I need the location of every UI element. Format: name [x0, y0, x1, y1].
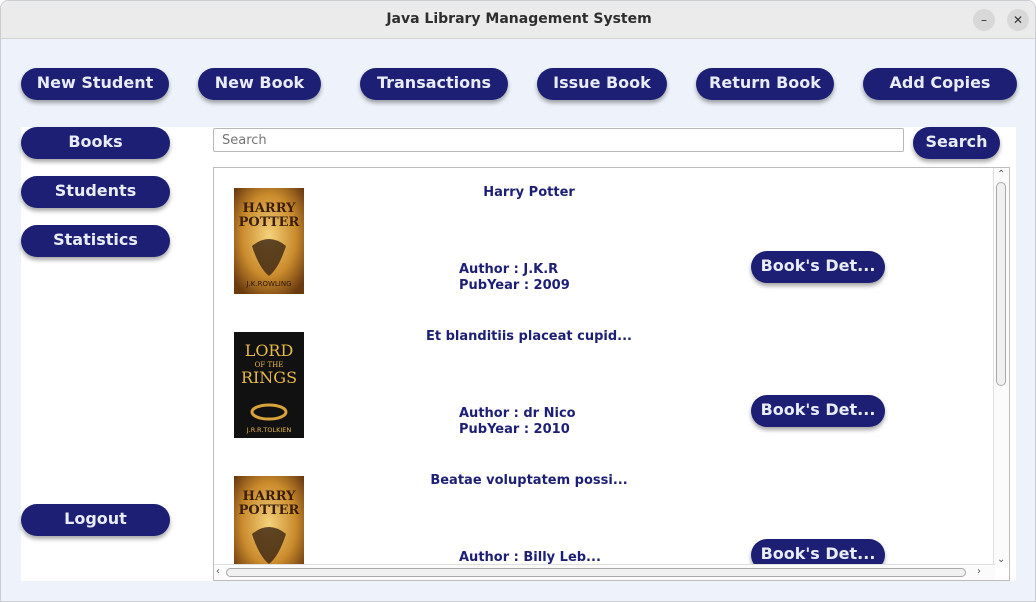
book-details-button[interactable]: Book's Det...	[751, 395, 885, 427]
list-item: HARRY POTTER Beatae voluptatem possi... …	[214, 456, 994, 580]
cover-text: LORD	[245, 341, 294, 360]
book-title: Et blanditiis placeat cupid...	[426, 329, 632, 344]
logout-button[interactable]: Logout	[21, 504, 170, 536]
cover-text: J.R.R.TOLKIEN	[246, 426, 292, 434]
book-title: Harry Potter	[483, 185, 575, 200]
book-pubyear: PubYear : 2009	[459, 278, 570, 293]
cover-text: J.K.ROWLING	[245, 280, 291, 288]
issue-book-button[interactable]: Issue Book	[537, 68, 667, 100]
lord-of-the-rings-cover: LORD OF THE RINGS J.R.R.TOLKIEN	[234, 332, 304, 438]
add-copies-button[interactable]: Add Copies	[863, 68, 1017, 100]
new-student-button[interactable]: New Student	[21, 68, 169, 100]
harry-potter-cover: HARRY POTTER J.K.ROWLING	[234, 188, 304, 294]
list-item: LORD OF THE RINGS J.R.R.TOLKIEN Et bland…	[214, 312, 994, 456]
cover-text: HARRY	[243, 489, 297, 504]
students-button[interactable]: Students	[21, 176, 170, 208]
horizontal-scrollbar[interactable]: ‹ ›	[214, 564, 995, 580]
book-pubyear: PubYear : 2010	[459, 422, 570, 437]
vertical-scroll-thumb[interactable]	[996, 182, 1006, 386]
book-author: Author : dr Nico	[459, 406, 576, 421]
search-input[interactable]	[213, 128, 904, 152]
statistics-button[interactable]: Statistics	[21, 225, 170, 257]
cover-text: POTTER	[239, 215, 300, 230]
cover-text: POTTER	[239, 503, 300, 518]
book-list[interactable]: HARRY POTTER J.K.ROWLING Harry Potter Au…	[213, 167, 1010, 581]
scroll-right-icon[interactable]: ›	[977, 566, 981, 578]
cover-text: RINGS	[241, 368, 297, 387]
book-title: Beatae voluptatem possi...	[430, 473, 628, 488]
scroll-left-icon[interactable]: ‹	[216, 566, 220, 578]
vertical-scrollbar[interactable]: ⌃ ⌄	[993, 168, 1009, 566]
transactions-button[interactable]: Transactions	[360, 68, 508, 100]
close-icon[interactable]: ✕	[1007, 9, 1029, 31]
cover-text: HARRY	[243, 201, 297, 216]
list-item: HARRY POTTER J.K.ROWLING Harry Potter Au…	[214, 168, 994, 312]
scroll-up-icon[interactable]: ⌃	[997, 169, 1005, 181]
book-author: Author : J.K.R	[459, 262, 559, 277]
scroll-down-icon[interactable]: ⌄	[997, 554, 1005, 566]
window-title: Java Library Management System	[386, 11, 652, 27]
search-button[interactable]: Search	[913, 127, 1000, 159]
app-window: Java Library Management System – ✕ New S…	[0, 0, 1036, 602]
book-details-button[interactable]: Book's Det...	[751, 251, 885, 283]
return-book-button[interactable]: Return Book	[696, 68, 834, 100]
minimize-icon[interactable]: –	[973, 9, 995, 31]
new-book-button[interactable]: New Book	[198, 68, 321, 100]
books-button[interactable]: Books	[21, 127, 170, 159]
horizontal-scroll-thumb[interactable]	[226, 568, 966, 577]
title-bar: Java Library Management System – ✕	[1, 1, 1035, 39]
